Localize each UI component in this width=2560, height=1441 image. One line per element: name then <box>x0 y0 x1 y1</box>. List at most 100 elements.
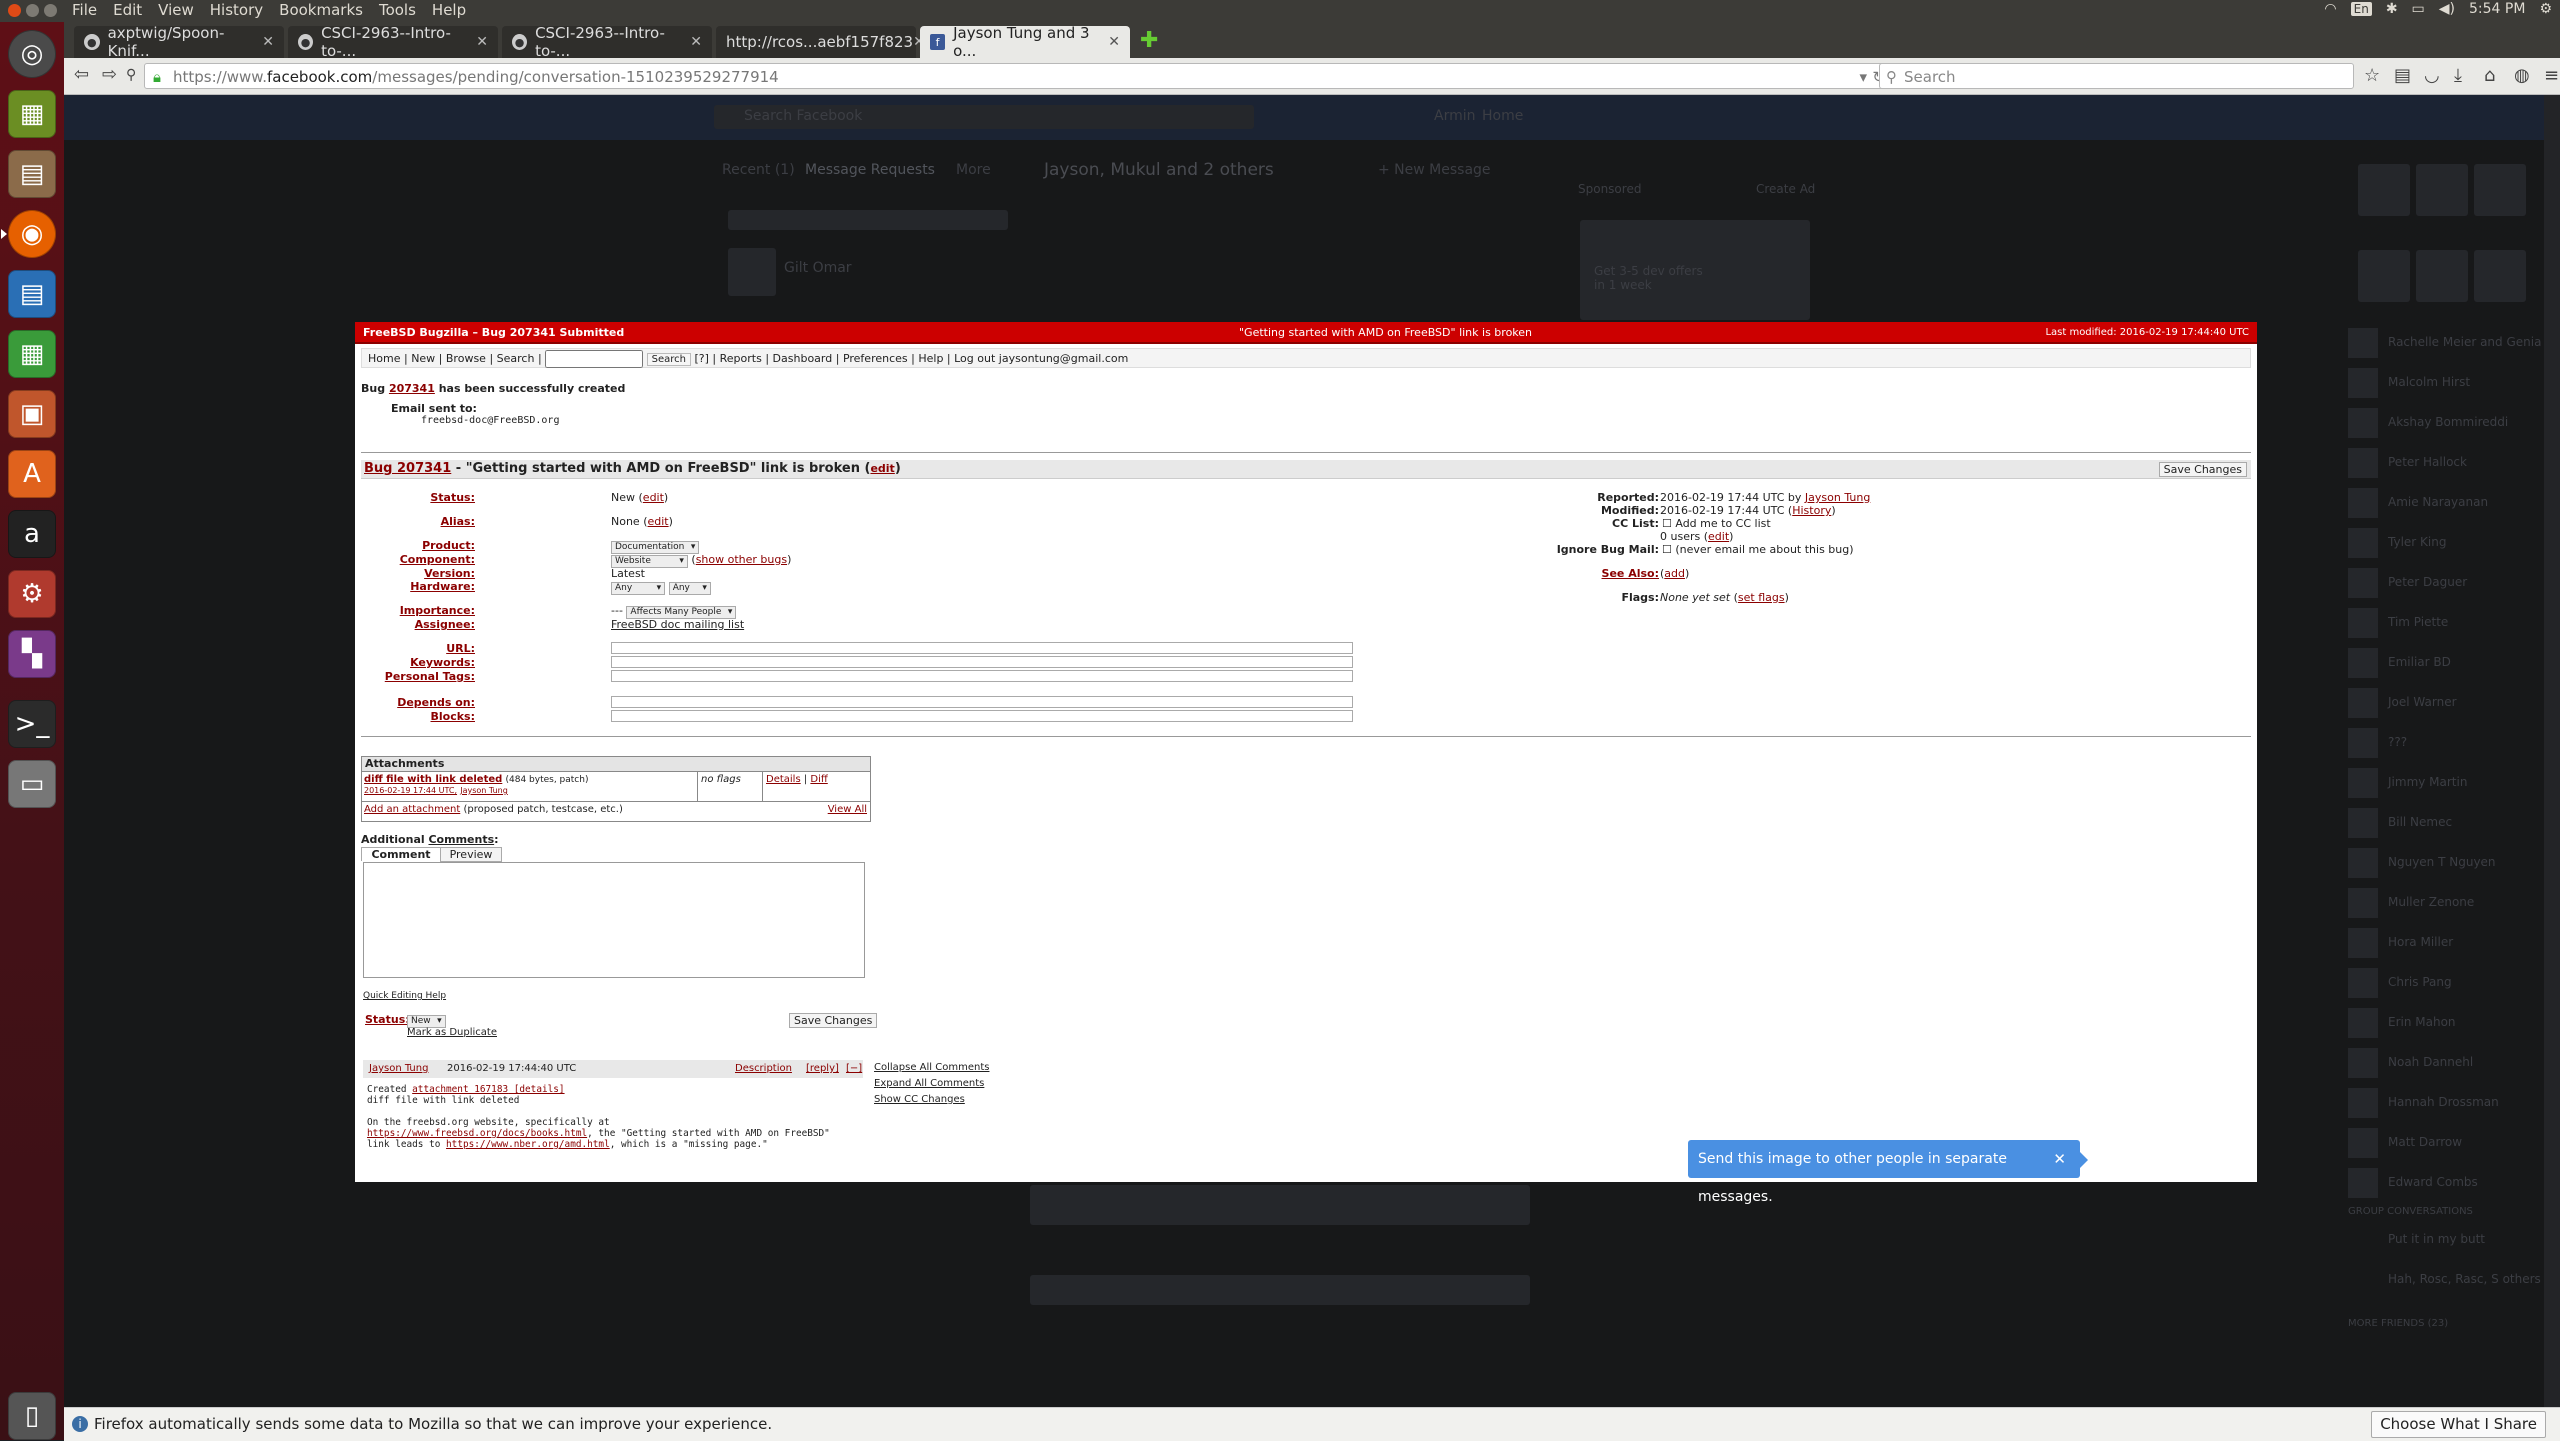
description-link[interactable]: Description <box>735 1063 792 1074</box>
nav-search-link[interactable]: Search <box>497 352 535 365</box>
facebook-chat-contact[interactable]: Hannah Drossman <box>2348 1086 2538 1122</box>
personal-tags-label[interactable]: Personal Tags: <box>355 670 475 683</box>
facebook-shortcut-icon[interactable] <box>2358 250 2410 302</box>
choose-what-i-share-button[interactable]: Choose What I Share <box>2371 1411 2546 1438</box>
nav-preferences-link[interactable]: Preferences <box>843 352 908 365</box>
history-link[interactable]: History <box>1792 504 1831 517</box>
facebook-contact-name[interactable]: Gilt Omar <box>784 260 852 276</box>
files-icon[interactable]: ▤ <box>8 150 56 198</box>
facebook-chat-contact[interactable]: Hora Miller <box>2348 926 2538 962</box>
facebook-chat-contact[interactable]: Amie Narayanan <box>2348 486 2538 522</box>
facebook-chat-contact[interactable]: Peter Hallock <box>2348 446 2538 482</box>
url-dropdown-icon[interactable]: ▾ <box>1859 64 1867 90</box>
tab-close-icon[interactable]: ✕ <box>690 34 702 50</box>
view-all-attachments-link[interactable]: View All <box>828 804 867 815</box>
edit-status-link[interactable]: edit <box>643 491 664 504</box>
facebook-recent-tab[interactable]: Recent (1) <box>722 162 795 178</box>
set-flags-link[interactable]: set flags <box>1738 591 1785 604</box>
attachment-name-link[interactable]: diff file with link deleted <box>364 774 502 785</box>
bookmark-star-icon[interactable]: ☆ <box>2364 65 2380 86</box>
save-changes-button[interactable]: Save Changes <box>2158 462 2247 477</box>
nav-new-link[interactable]: New <box>411 352 435 365</box>
nav-logout-link[interactable]: Log out <box>954 352 995 365</box>
close-icon[interactable]: ✕ <box>2053 1140 2066 1178</box>
forward-icon[interactable]: ⇨ <box>102 64 117 85</box>
collapse-comment-link[interactable]: [−] <box>846 1063 862 1074</box>
see-also-add-link[interactable]: add <box>1664 567 1685 580</box>
facebook-chat-contact[interactable]: Emiliar BD <box>2348 646 2538 682</box>
show-other-bugs-link[interactable]: show other bugs <box>696 553 787 566</box>
add-attachment-link[interactable]: Add an attachment <box>364 804 460 815</box>
facebook-new-message-button[interactable]: + New Message <box>1378 162 1491 178</box>
window-maximize-button[interactable] <box>44 4 57 17</box>
blocks-field[interactable] <box>611 710 1353 722</box>
attachment-details-link[interactable]: Details <box>766 774 801 785</box>
keywords-field[interactable] <box>611 656 1353 668</box>
assignee-link[interactable]: FreeBSD doc mailing list <box>611 618 744 631</box>
hardware-os-select[interactable]: Any <box>668 582 711 595</box>
url-field[interactable] <box>611 642 1353 654</box>
tab-csci-2[interactable]: ● CSCI-2963--Intro-to-... ✕ <box>502 24 712 60</box>
edit-summary-link[interactable]: edit <box>870 462 894 475</box>
facebook-shortcut-icon[interactable] <box>2416 250 2468 302</box>
facebook-chat-contact[interactable]: Chris Pang <box>2348 966 2538 1002</box>
reply-link[interactable]: [reply] <box>806 1063 839 1074</box>
facebook-user-name[interactable]: Armin <box>1434 108 1476 124</box>
facebook-shortcut-icon[interactable] <box>2416 164 2468 216</box>
component-label[interactable]: Component: <box>355 553 475 566</box>
quicksearch-button[interactable]: Search <box>646 353 692 366</box>
facebook-chat-contact[interactable]: Erin Mahon <box>2348 1006 2538 1042</box>
comment-tab[interactable]: Comment <box>361 847 441 861</box>
dash-home-icon[interactable]: ◎ <box>8 30 56 78</box>
nav-dashboard-link[interactable]: Dashboard <box>773 352 833 365</box>
facebook-chat-contact[interactable]: Tim Piette <box>2348 606 2538 642</box>
hamburger-menu-icon[interactable]: ≡ <box>2544 65 2559 86</box>
comment-textarea[interactable] <box>363 862 865 978</box>
nav-home-link[interactable]: Home <box>368 352 400 365</box>
photo-viewer-icon[interactable]: ▦ <box>8 90 56 138</box>
attachment-ref-link[interactable]: attachment 167183 <box>412 1084 508 1095</box>
comment-author-link[interactable]: Jayson Tung <box>369 1063 428 1074</box>
amazon-icon[interactable]: a <box>8 510 56 558</box>
quicksearch-input[interactable] <box>545 350 644 368</box>
attachment-date-link[interactable]: 2016-02-19 17:44 UTC, <box>364 786 457 795</box>
nav-reports-link[interactable]: Reports <box>720 352 762 365</box>
see-also-label[interactable]: See Also: <box>1555 567 1659 580</box>
terminal-icon[interactable]: >_ <box>8 700 56 748</box>
product-label[interactable]: Product: <box>355 539 475 552</box>
facebook-ad-card[interactable]: Get 3-5 dev offers in 1 week <box>1580 220 1810 320</box>
alias-label[interactable]: Alias: <box>355 515 475 528</box>
software-center-icon[interactable]: A <box>8 450 56 498</box>
window-close-button[interactable] <box>8 4 21 17</box>
facebook-chat-contact[interactable]: Akshay Bommireddi <box>2348 406 2538 442</box>
window-minimize-button[interactable] <box>26 4 39 17</box>
menu-file[interactable]: File <box>72 1 97 19</box>
facebook-shortcut-icon[interactable] <box>2474 250 2526 302</box>
facebook-group-conversation[interactable]: Hah, Rosc, Rasc, S others <box>2388 1272 2541 1286</box>
show-cc-changes-link[interactable]: Show CC Changes <box>874 1094 965 1105</box>
facebook-chat-contact[interactable]: Bill Nemec <box>2348 806 2538 842</box>
battery-icon[interactable]: ▭ <box>2412 1 2425 17</box>
facebook-message-requests-tab[interactable]: Message Requests <box>805 162 935 178</box>
bluetooth-icon[interactable]: ✱ <box>2386 1 2398 17</box>
facebook-shortcut-icon[interactable] <box>2474 164 2526 216</box>
clock[interactable]: 5:54 PM <box>2469 1 2525 17</box>
attachment-diff-link[interactable]: Diff <box>810 774 827 785</box>
facebook-chat-contact[interactable]: Nguyen T Nguyen <box>2348 846 2538 882</box>
pocket-icon[interactable]: ◡ <box>2424 65 2440 86</box>
facebook-chat-contact[interactable]: Peter Daguer <box>2348 566 2538 602</box>
facebook-chat-contact[interactable]: Muller Zenone <box>2348 886 2538 922</box>
system-settings-icon[interactable]: ⚙ <box>8 570 56 618</box>
back-icon[interactable]: ⇦ <box>74 64 89 85</box>
hardware-platform-select[interactable]: Any <box>611 582 666 595</box>
facebook-group-conversation[interactable]: Put it in my butt <box>2388 1232 2485 1246</box>
depends-on-label[interactable]: Depends on: <box>355 696 475 709</box>
menu-view[interactable]: View <box>158 1 194 19</box>
facebook-chat-contact[interactable]: Joel Warner <box>2348 686 2538 722</box>
volume-icon[interactable]: ◀) <box>2439 1 2455 17</box>
blocks-label[interactable]: Blocks: <box>355 710 476 723</box>
hello-chat-icon[interactable]: ◍ <box>2514 65 2530 86</box>
edit-alias-link[interactable]: edit <box>648 515 669 528</box>
collapse-all-comments-link[interactable]: Collapse All Comments <box>874 1062 989 1073</box>
facebook-shortcut-icon[interactable] <box>2358 164 2410 216</box>
